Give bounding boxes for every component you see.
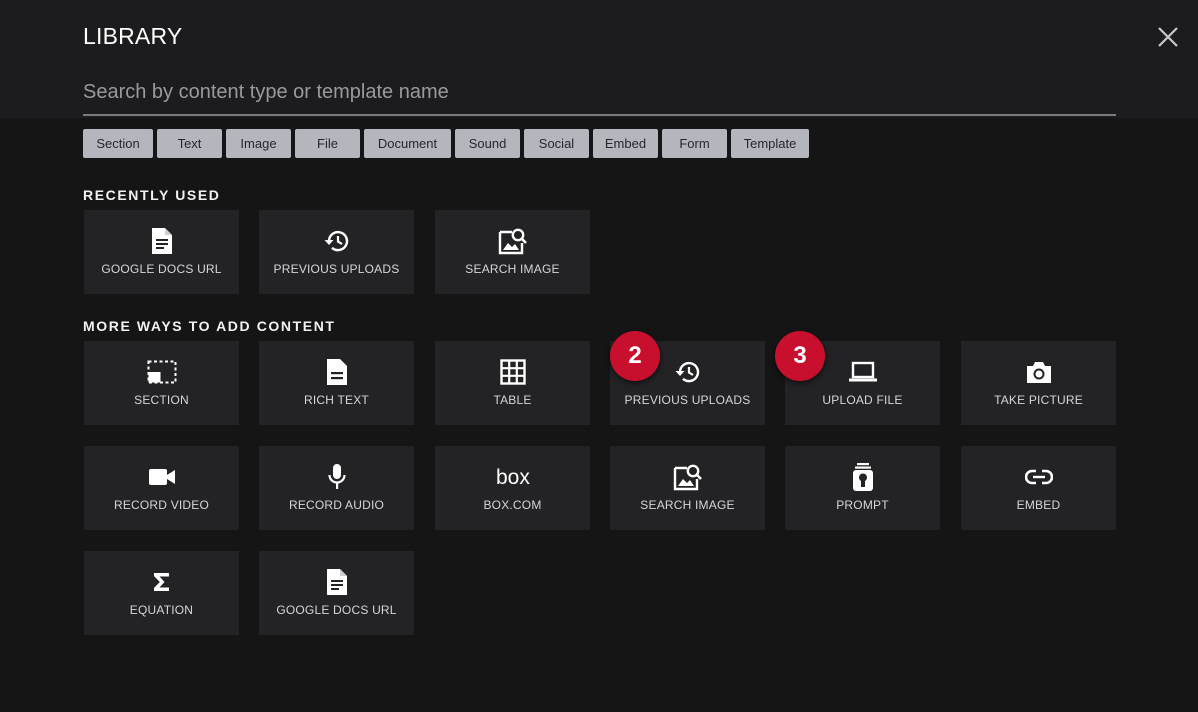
tile-label: GOOGLE DOCS URL xyxy=(101,262,222,276)
tile-equation[interactable]: EQUATION xyxy=(84,551,239,635)
annotation-badge-2: 2 xyxy=(610,331,660,381)
tile-label: PREVIOUS UPLOADS xyxy=(624,393,751,407)
filter-chip-section[interactable]: Section xyxy=(83,129,153,158)
tile-label: EMBED xyxy=(1016,498,1061,512)
tile-label: SEARCH IMAGE xyxy=(465,262,560,276)
tile-label: PROMPT xyxy=(836,498,889,512)
svg-text:box: box xyxy=(496,466,530,489)
box-logo-icon: box xyxy=(496,466,530,489)
close-button[interactable] xyxy=(1156,25,1180,49)
tile-embed[interactable]: EMBED xyxy=(961,446,1116,530)
close-icon xyxy=(1158,27,1178,47)
filter-chip-template[interactable]: Template xyxy=(731,129,809,158)
tile-table[interactable]: TABLE xyxy=(435,341,590,425)
sigma-icon xyxy=(153,573,169,591)
tile-label: GOOGLE DOCS URL xyxy=(276,603,397,617)
filter-chips: Section Text Image File Document Sound S… xyxy=(83,129,809,158)
tile-box-com[interactable]: box BOX.COM xyxy=(435,446,590,530)
tile-label: RECORD AUDIO xyxy=(288,498,385,512)
search-input[interactable] xyxy=(83,70,1116,116)
filter-chip-file[interactable]: File xyxy=(295,129,360,158)
table-icon xyxy=(499,359,526,385)
filter-chip-text[interactable]: Text xyxy=(157,129,222,158)
link-icon xyxy=(1024,469,1053,485)
section-icon xyxy=(147,360,176,384)
filter-chip-sound[interactable]: Sound xyxy=(455,129,520,158)
filter-chip-form[interactable]: Form xyxy=(662,129,727,158)
history-icon xyxy=(675,361,699,383)
more-ways-heading: MORE WAYS TO ADD CONTENT xyxy=(83,318,336,334)
tile-google-docs-url[interactable]: GOOGLE DOCS URL xyxy=(84,210,239,294)
tile-take-picture[interactable]: TAKE PICTURE xyxy=(961,341,1116,425)
tile-section[interactable]: SECTION xyxy=(84,341,239,425)
tile-label: BOX.COM xyxy=(483,498,542,512)
document-icon xyxy=(151,228,172,254)
camera-icon xyxy=(1026,362,1051,383)
tile-label: SEARCH IMAGE xyxy=(640,498,735,512)
tile-search-image[interactable]: SEARCH IMAGE xyxy=(435,210,590,294)
filter-chip-document[interactable]: Document xyxy=(364,129,451,158)
tile-label: PREVIOUS UPLOADS xyxy=(273,262,400,276)
library-title: LIBRARY xyxy=(83,23,183,49)
annotation-badge-3: 3 xyxy=(775,331,825,381)
tile-label: SECTION xyxy=(134,393,189,407)
tile-search-image[interactable]: SEARCH IMAGE xyxy=(610,446,765,530)
tile-record-video[interactable]: RECORD VIDEO xyxy=(84,446,239,530)
microphone-icon xyxy=(327,464,346,489)
tile-label: TABLE xyxy=(493,393,532,407)
image-search-icon xyxy=(498,228,527,255)
tile-label: UPLOAD FILE xyxy=(822,393,903,407)
tile-google-docs-url[interactable]: GOOGLE DOCS URL xyxy=(259,551,414,635)
image-search-icon xyxy=(673,464,702,491)
laptop-icon xyxy=(848,361,877,382)
video-camera-icon xyxy=(148,469,175,485)
filter-chip-social[interactable]: Social xyxy=(524,129,589,158)
prompt-icon xyxy=(852,463,873,491)
filter-chip-image[interactable]: Image xyxy=(226,129,291,158)
rich-text-icon xyxy=(326,359,347,385)
recently-used-heading: RECENTLY USED xyxy=(83,187,221,203)
tile-prompt[interactable]: PROMPT xyxy=(785,446,940,530)
filter-chip-embed[interactable]: Embed xyxy=(593,129,658,158)
tile-record-audio[interactable]: RECORD AUDIO xyxy=(259,446,414,530)
tile-rich-text[interactable]: RICH TEXT xyxy=(259,341,414,425)
tile-label: TAKE PICTURE xyxy=(994,393,1083,407)
tile-label: EQUATION xyxy=(129,603,194,617)
document-icon xyxy=(326,569,347,595)
tile-previous-uploads[interactable]: PREVIOUS UPLOADS xyxy=(259,210,414,294)
history-icon xyxy=(324,230,348,252)
tile-label: RICH TEXT xyxy=(304,393,369,407)
tile-label: RECORD VIDEO xyxy=(113,498,210,512)
